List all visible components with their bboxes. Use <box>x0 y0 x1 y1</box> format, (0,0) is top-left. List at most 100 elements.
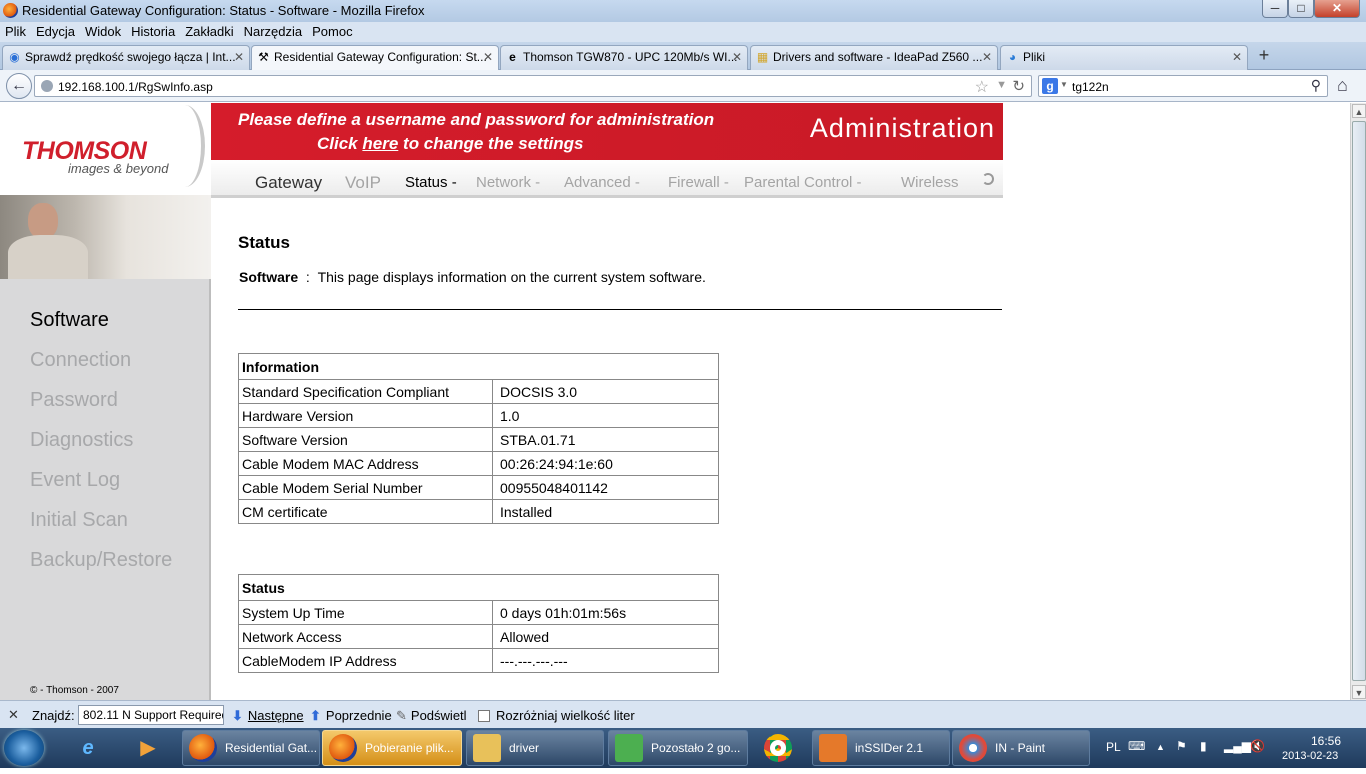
leftnav-software[interactable]: Software <box>30 309 109 332</box>
leftnav-diagnostics[interactable]: Diagnostics <box>30 429 133 452</box>
menu-plik[interactable]: Plik <box>0 22 31 39</box>
start-button[interactable] <box>4 730 44 766</box>
scroll-down-icon[interactable]: ▼ <box>1352 685 1366 699</box>
find-input[interactable] <box>78 705 224 725</box>
tab-close-icon[interactable]: ✕ <box>483 46 493 68</box>
leftnav-connection[interactable]: Connection <box>30 349 131 372</box>
chrome-icon[interactable] <box>756 730 800 766</box>
browser-tab[interactable]: ▦ Drivers and software - IdeaPad Z560 ..… <box>750 45 998 70</box>
leftnav-initial-scan[interactable]: Initial Scan <box>30 509 128 532</box>
match-case-checkbox[interactable] <box>478 710 490 722</box>
row-value: 00955048401142 <box>492 475 719 500</box>
left-sidebar: THOMSON images & beyond Software Connect… <box>0 103 230 700</box>
highlight-label: Podświetl <box>410 708 467 723</box>
site-identity-icon[interactable] <box>41 80 53 92</box>
find-next-label: Następne <box>247 708 304 723</box>
maximize-button[interactable]: □ <box>1288 0 1314 18</box>
clock-date[interactable]: 2013-02-23 <box>1282 750 1338 762</box>
bookmark-star-icon[interactable]: ☆ <box>975 77 989 97</box>
taskbar-label: driver <box>509 741 540 755</box>
vertical-scrollbar[interactable]: ▲ ▼ <box>1350 103 1366 700</box>
row-label: Hardware Version <box>238 403 493 428</box>
internet-explorer-icon[interactable]: e <box>66 730 110 766</box>
tab-close-icon[interactable]: ✕ <box>1232 46 1242 68</box>
keyboard-icon[interactable]: ⌨ <box>1128 739 1145 753</box>
search-input[interactable]: tg122n <box>1072 80 1109 94</box>
leftnav-password[interactable]: Password <box>30 389 118 412</box>
find-next-button[interactable]: ⬇ Następne <box>232 708 304 724</box>
clock-time[interactable]: 16:56 <box>1296 734 1356 748</box>
leftnav-backup-restore[interactable]: Backup/Restore <box>30 549 172 572</box>
media-player-icon[interactable]: ▶ <box>126 730 170 766</box>
row-label: System Up Time <box>238 600 493 625</box>
topnav-gateway[interactable]: Gateway <box>255 173 322 193</box>
address-bar[interactable]: 192.168.100.1/RgSwInfo.asp ☆ ▼ ↻ <box>34 75 1032 97</box>
row-label: CableModem IP Address <box>238 648 493 673</box>
menu-pomoc[interactable]: Pomoc <box>307 22 357 39</box>
minimize-button[interactable]: ─ <box>1262 0 1288 18</box>
google-icon[interactable]: g <box>1042 78 1058 94</box>
engine-dropdown-icon[interactable]: ▼ <box>1060 80 1068 89</box>
network-signal-icon[interactable]: ▂▄▆ <box>1224 739 1251 753</box>
findbar-close-icon[interactable]: ✕ <box>8 707 19 723</box>
volume-muted-icon[interactable]: 🔇 <box>1250 739 1265 753</box>
topnav-advanced[interactable]: Advanced - <box>564 174 640 191</box>
table-row: CM certificate Installed <box>238 499 719 524</box>
firefox-icon <box>189 734 217 762</box>
highlighter-icon: ✎ <box>396 708 407 723</box>
power-icon[interactable]: ▮ <box>1200 739 1207 753</box>
tab-label: Pliki <box>1023 50 1046 64</box>
status-table: Status System Up Time 0 days 01h:01m:56s … <box>238 574 719 673</box>
browser-tab[interactable]: ◉ Sprawdź prędkość swojego łącza | Int..… <box>2 45 250 70</box>
back-button[interactable]: ← <box>6 73 32 99</box>
taskbar-explorer-driver[interactable]: driver <box>466 730 604 766</box>
tab-close-icon[interactable]: ✕ <box>234 46 244 68</box>
find-previous-button[interactable]: ⬆ Poprzednie <box>310 708 392 724</box>
home-icon[interactable]: ⌂ <box>1337 75 1348 96</box>
menu-edycja[interactable]: Edycja <box>31 22 80 39</box>
scroll-thumb[interactable] <box>1352 121 1366 681</box>
topnav-voip[interactable]: VoIP <box>345 173 381 193</box>
menu-zakladki[interactable]: Zakładki <box>180 22 238 39</box>
tab-close-icon[interactable]: ✕ <box>982 46 992 68</box>
thomson-logo: THOMSON images & beyond <box>0 103 230 195</box>
taskbar-firefox-downloads[interactable]: Pobieranie plik... <box>322 730 462 766</box>
reload-icon[interactable]: ↻ <box>1012 77 1025 95</box>
tab-close-icon[interactable]: ✕ <box>732 46 742 68</box>
leftnav-event-log[interactable]: Event Log <box>30 469 120 492</box>
new-tab-button[interactable]: + <box>1251 45 1277 67</box>
table-row: CableModem IP Address ---.---.---.--- <box>238 648 719 673</box>
row-value: DOCSIS 3.0 <box>492 379 719 404</box>
copyright: © - Thomson - 2007 <box>30 685 119 696</box>
taskbar-firefox-gateway[interactable]: Residential Gat... <box>182 730 320 766</box>
menu-historia[interactable]: Historia <box>126 22 180 39</box>
browser-tab-active[interactable]: ⚒ Residential Gateway Configuration: St.… <box>251 45 499 71</box>
close-window-button[interactable]: ✕ <box>1314 0 1360 18</box>
here-link[interactable]: here <box>362 134 398 153</box>
menu-narzedzia[interactable]: Narzędzia <box>239 22 308 39</box>
topnav-parental-control[interactable]: Parental Control - <box>744 174 862 191</box>
history-dropdown-icon[interactable]: ▼ <box>996 79 1007 91</box>
arrow-up-icon: ⬆ <box>310 708 321 723</box>
topnav-firewall[interactable]: Firewall - <box>668 174 729 191</box>
taskbar-copy-progress[interactable]: Pozostało 2 go... <box>608 730 748 766</box>
topnav-status[interactable]: Status - <box>405 174 457 191</box>
topnav-network[interactable]: Network - <box>476 174 540 191</box>
topnav-wireless[interactable]: Wireless <box>901 174 959 191</box>
taskbar-paint[interactable]: IN - Paint <box>952 730 1090 766</box>
browser-tab[interactable]: ◕ Pliki ✕ <box>1000 45 1248 70</box>
menu-widok[interactable]: Widok <box>80 22 126 39</box>
show-hidden-icons-icon[interactable]: ▲ <box>1156 742 1165 752</box>
row-label: Cable Modem Serial Number <box>238 475 493 500</box>
action-center-flag-icon[interactable]: ⚑ <box>1176 739 1187 753</box>
taskbar-inssider[interactable]: inSSIDer 2.1 <box>812 730 950 766</box>
row-value: Installed <box>492 499 719 524</box>
search-icon[interactable]: ⚲ <box>1311 77 1321 94</box>
information-table: Information Standard Specification Compl… <box>238 353 719 524</box>
highlight-button[interactable]: ✎ Podświetl <box>396 708 467 724</box>
scroll-up-icon[interactable]: ▲ <box>1352 104 1366 118</box>
match-case-label[interactable]: Rozróżniaj wielkość liter <box>496 708 635 723</box>
language-indicator[interactable]: PL <box>1106 740 1121 754</box>
browser-tab[interactable]: e Thomson TGW870 - UPC 120Mb/s WI... ✕ <box>500 45 748 70</box>
search-bar[interactable]: g ▼ tg122n ⚲ <box>1038 75 1328 97</box>
